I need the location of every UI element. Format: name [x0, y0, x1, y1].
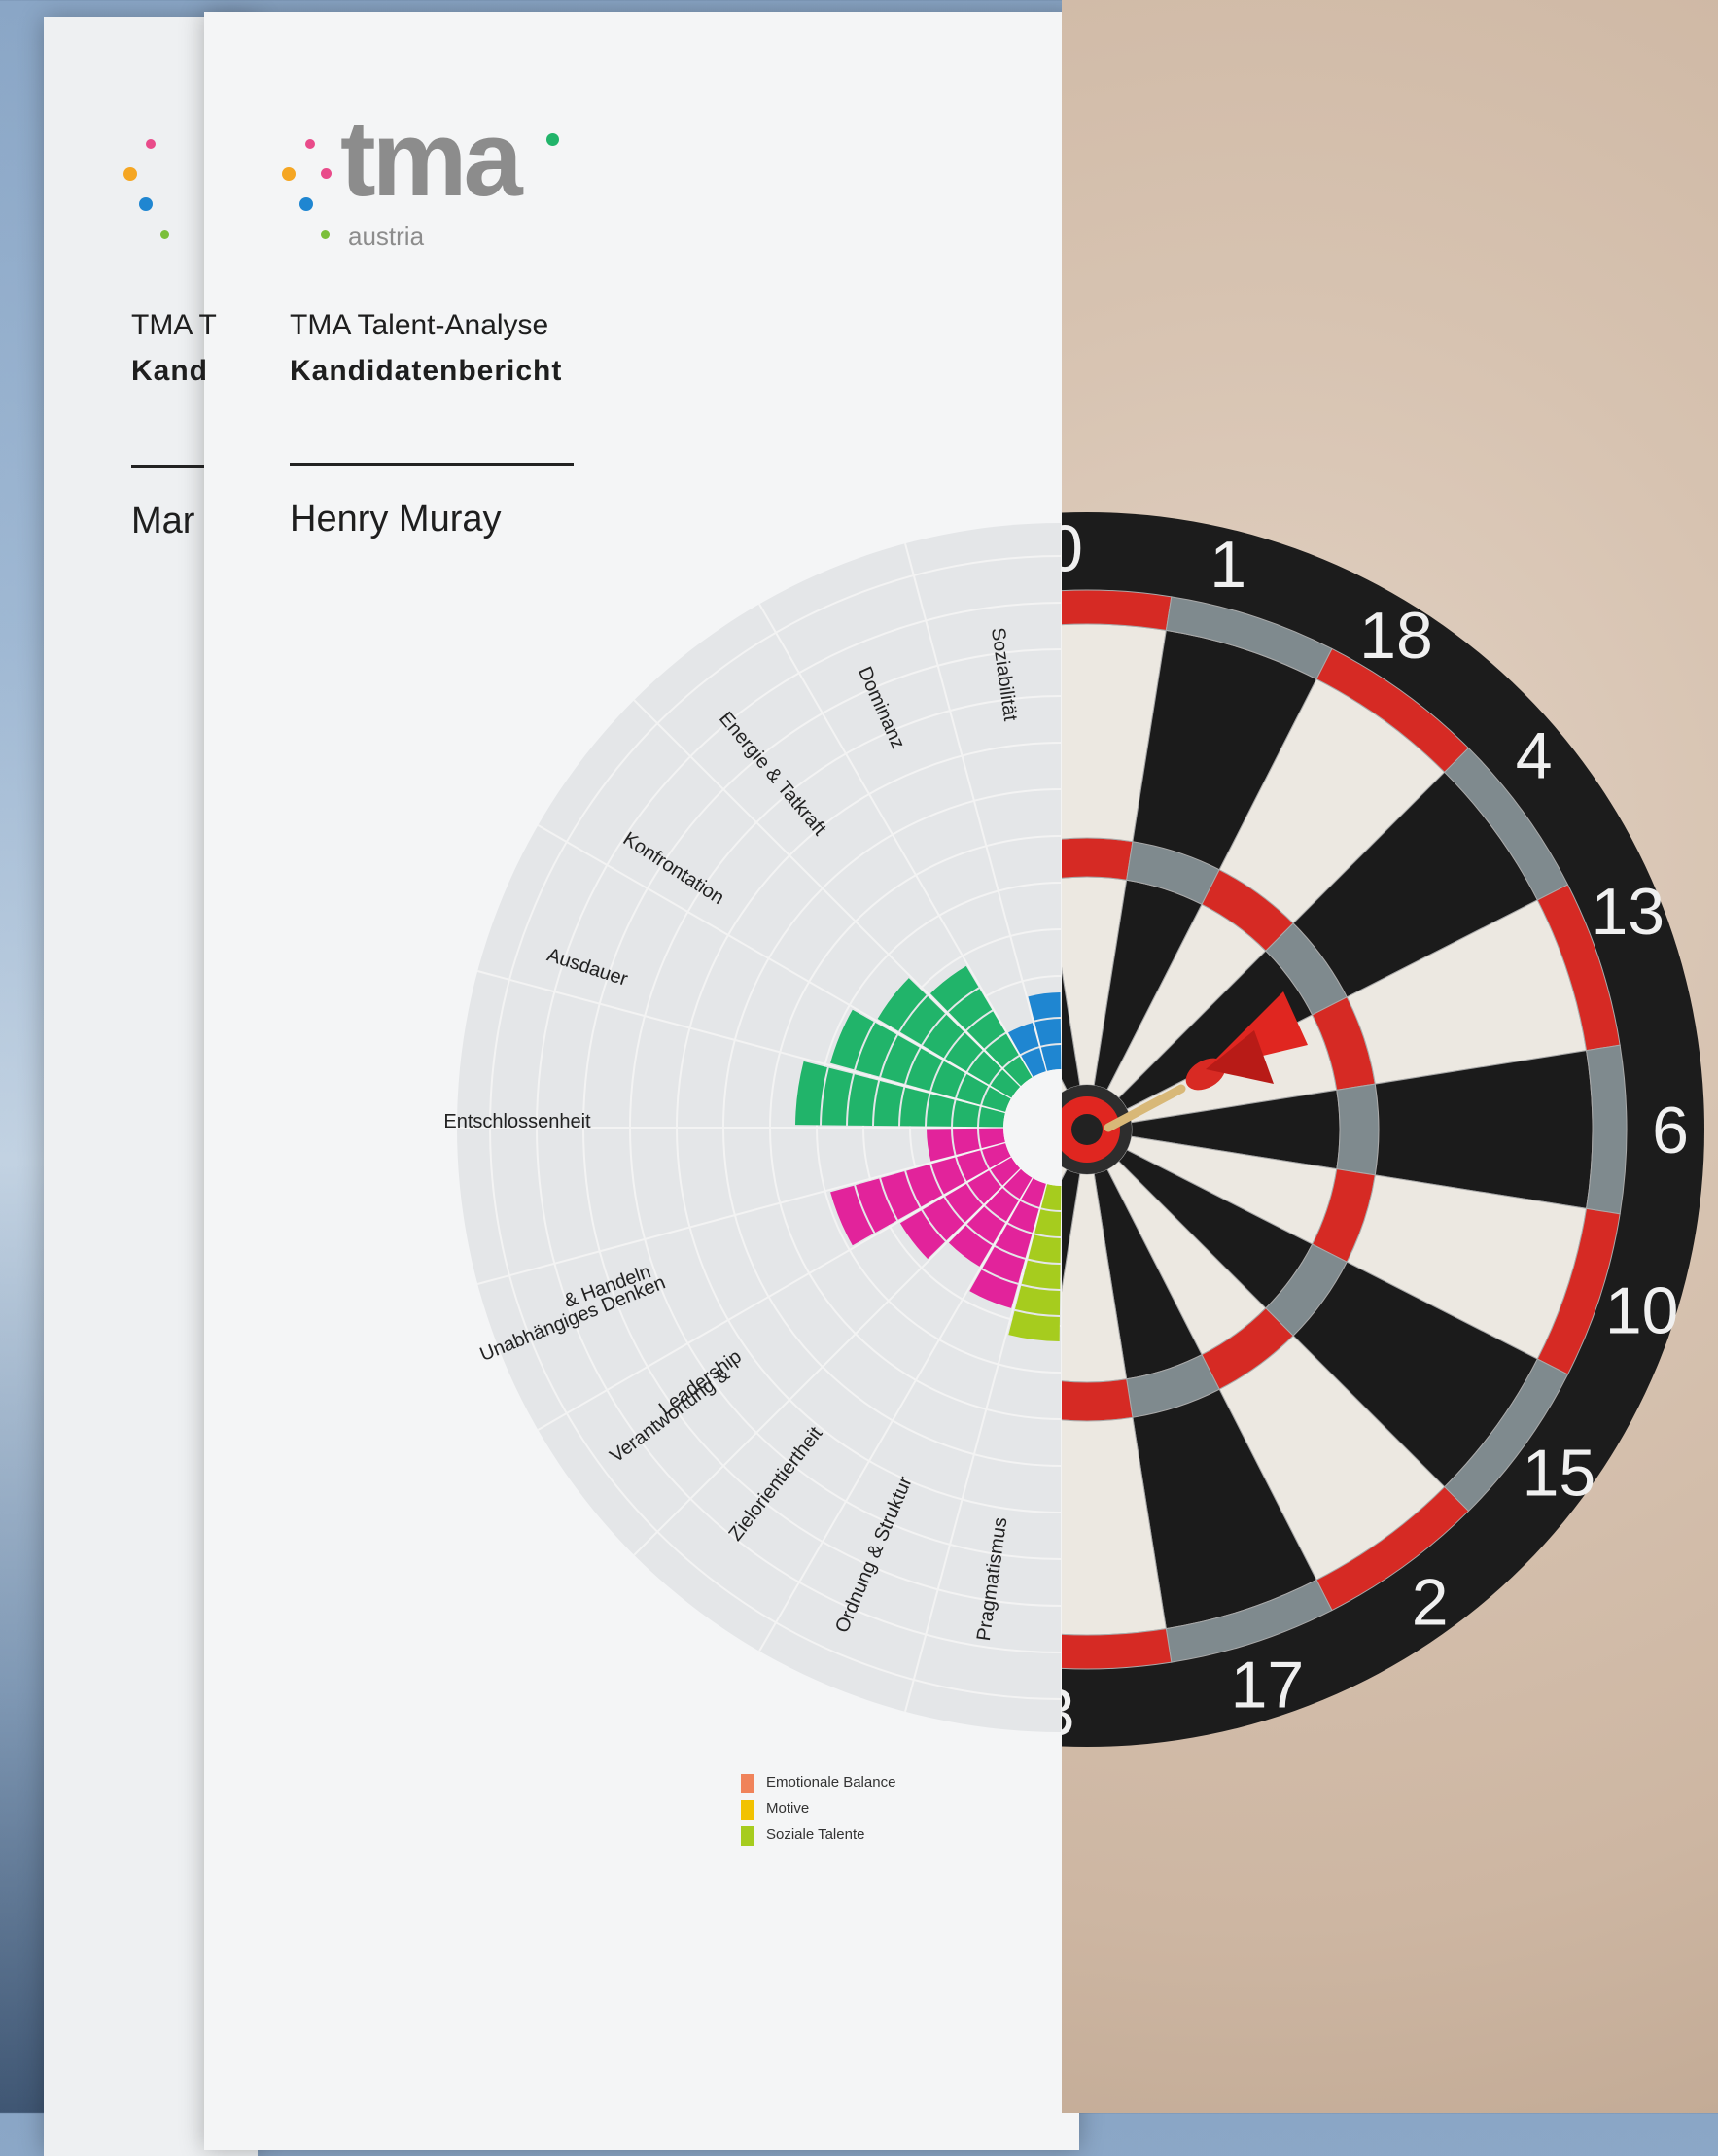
wheel-label: Entschlossenheit [443, 1111, 591, 1132]
bull-center [1071, 1114, 1103, 1145]
legend-label-social: Soziale Talente [766, 1826, 865, 1843]
board-number: 10 [1605, 1273, 1679, 1347]
legend-swatch-motive [741, 1800, 754, 1820]
board-double-ring [1586, 1044, 1628, 1215]
board-treble-ring [1336, 1083, 1380, 1176]
wheel-bar-segment [1021, 1260, 1061, 1289]
legend-label-motive: Motive [766, 1800, 810, 1817]
legend-swatch-emotional [741, 1774, 754, 1793]
board-number: 2 [1412, 1565, 1449, 1639]
wheel-bar-segment [900, 1087, 929, 1127]
board-number: 15 [1523, 1437, 1596, 1511]
board-number: 17 [1231, 1649, 1305, 1722]
board-number: 13 [1591, 875, 1665, 949]
wheel-and-dartboard-graphic: 20118413610152173 PragmatismusOrdnung & … [443, 511, 1704, 1750]
board-number: 4 [1516, 718, 1553, 792]
board-number: 18 [1359, 599, 1433, 673]
legend-label-emotional: Emotionale Balance [766, 1774, 896, 1791]
board-number: 1 [1210, 528, 1246, 602]
legend-swatch-social [741, 1826, 754, 1846]
board-number: 6 [1652, 1094, 1689, 1167]
